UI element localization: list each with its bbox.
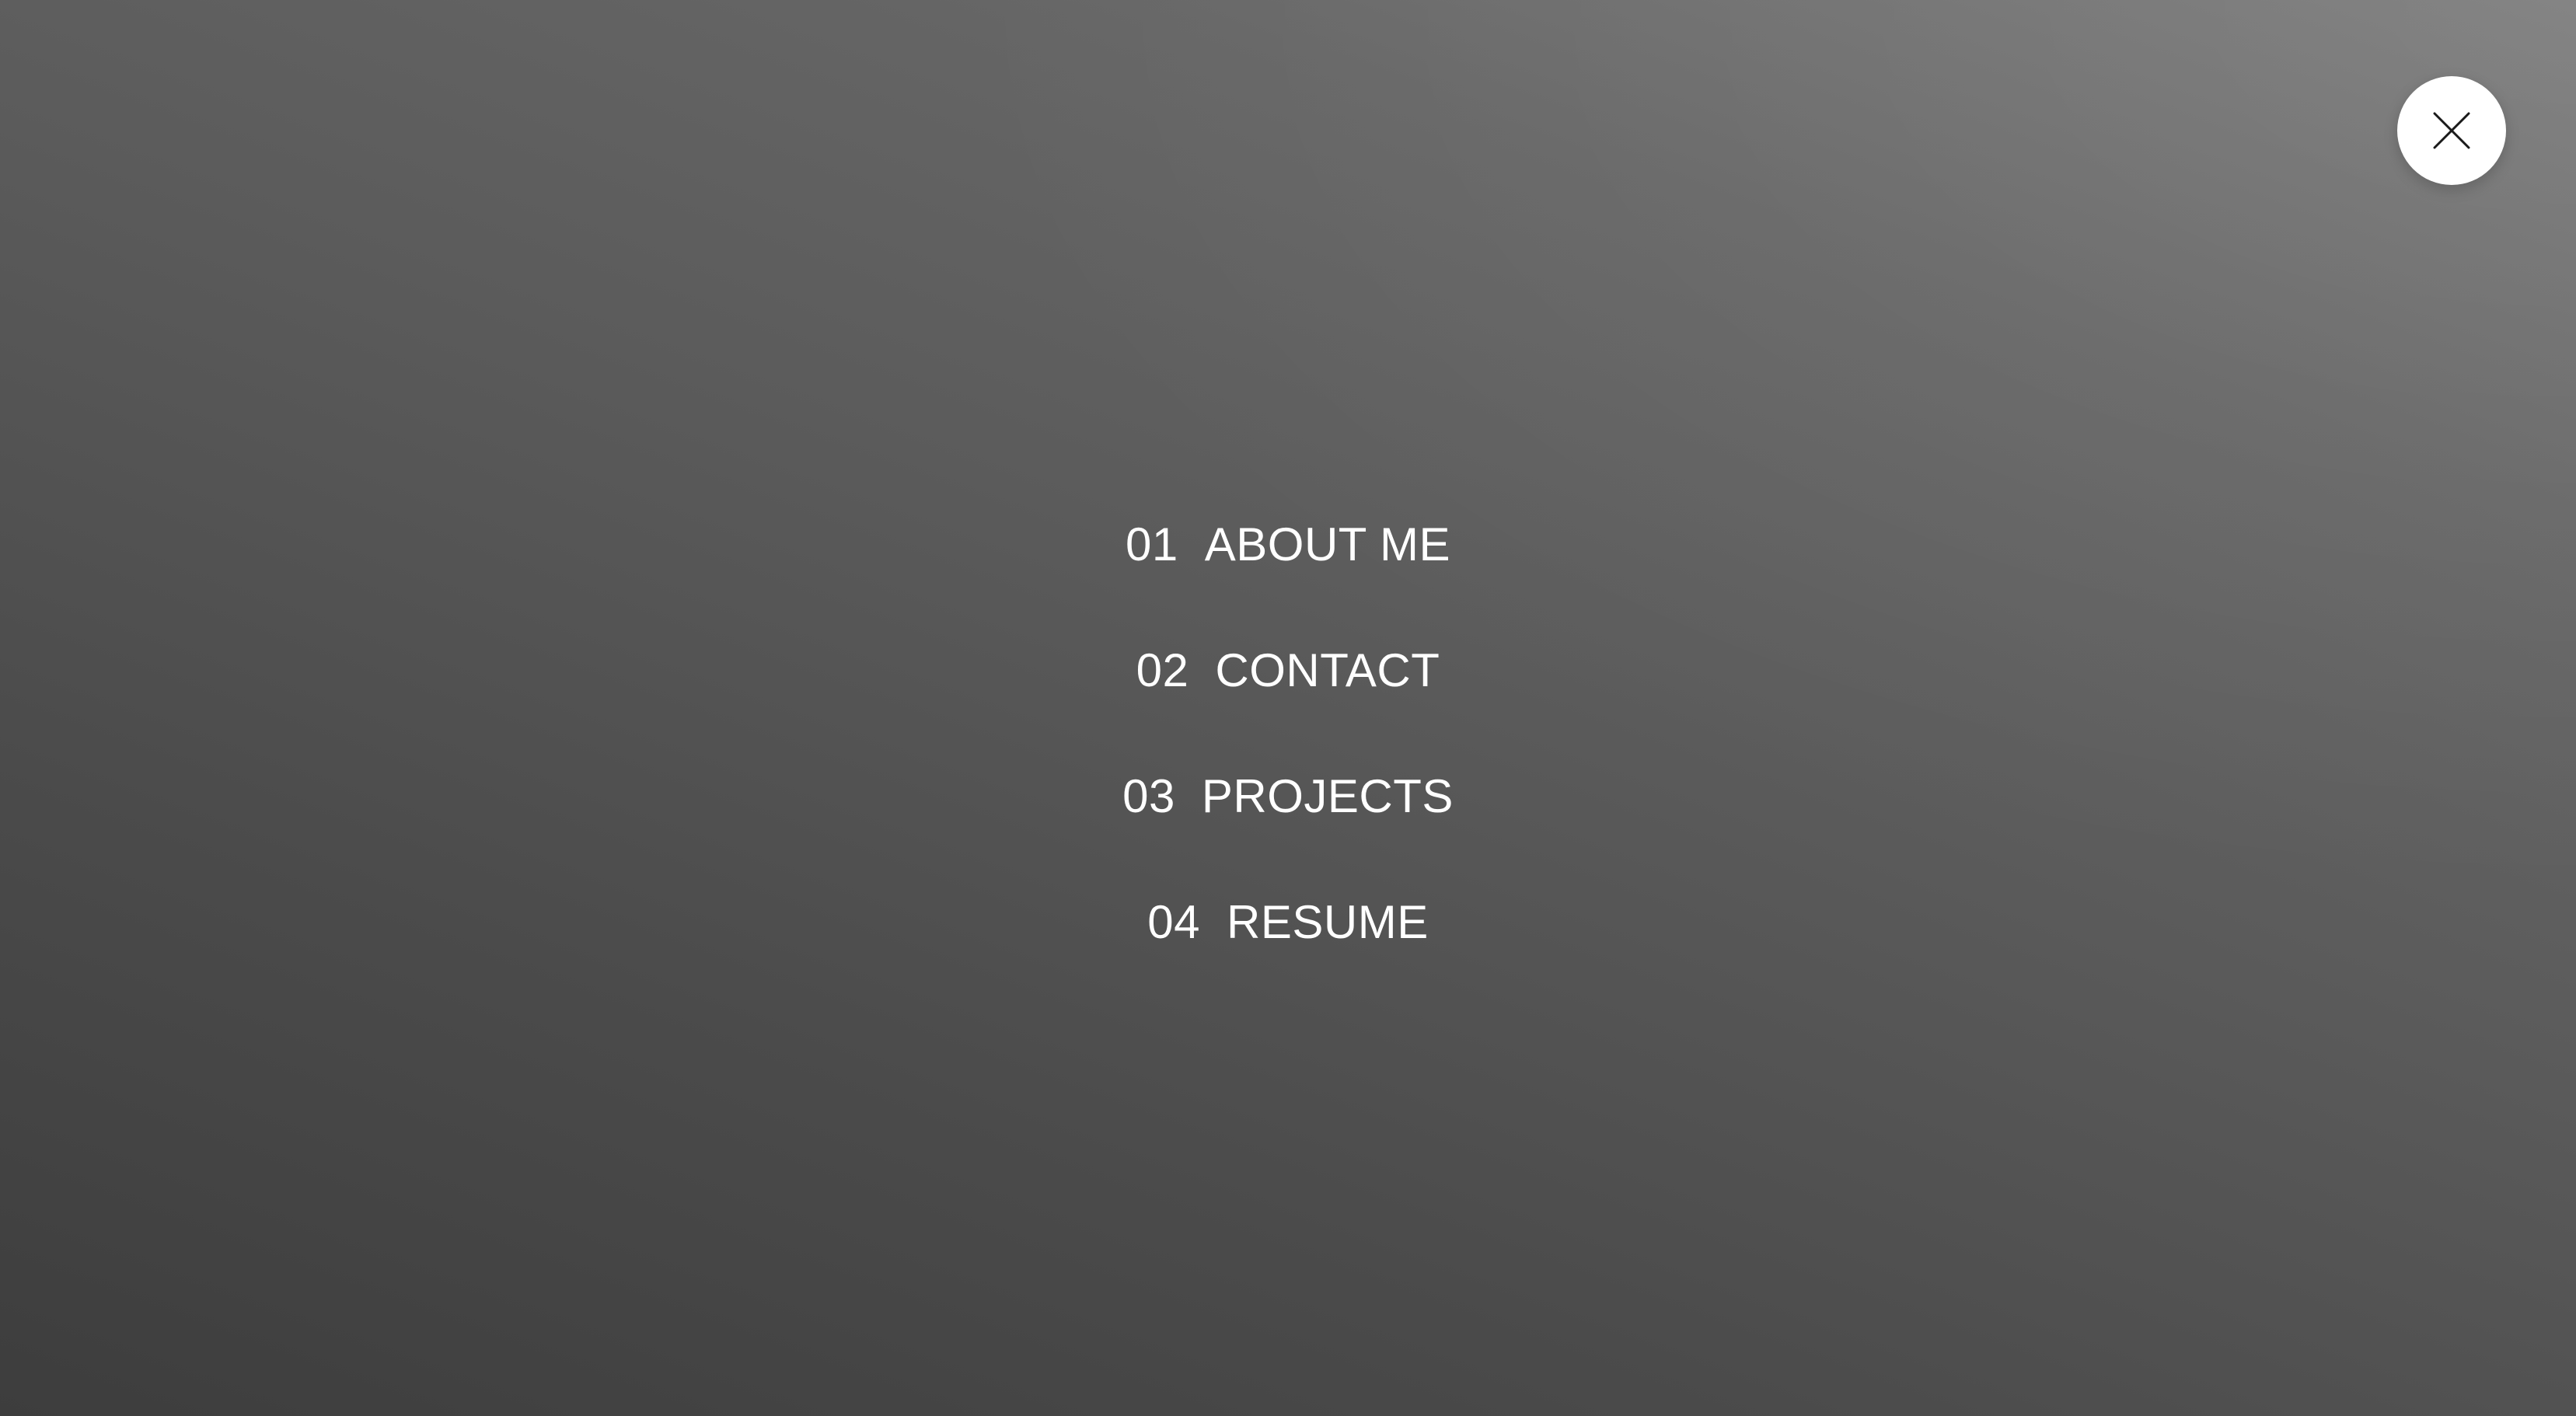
menu-item-label: CONTACT: [1215, 644, 1440, 696]
menu-item-label: ABOUT ME: [1204, 518, 1451, 570]
menu-item-number: 03: [1122, 770, 1175, 822]
menu-item-label: RESUME: [1227, 896, 1429, 948]
close-icon: [2431, 110, 2472, 151]
menu-item-about-me[interactable]: 01 ABOUT ME: [1126, 482, 1450, 608]
main-menu: 01 ABOUT ME 02 CONTACT 03 PROJECTS 04 RE…: [0, 482, 2576, 985]
menu-item-resume[interactable]: 04 RESUME: [1147, 860, 1428, 985]
close-button[interactable]: [2397, 76, 2506, 185]
menu-item-projects[interactable]: 03 PROJECTS: [1122, 734, 1454, 860]
menu-item-label: PROJECTS: [1201, 770, 1454, 822]
menu-item-number: 04: [1147, 896, 1201, 948]
menu-item-number: 01: [1125, 518, 1178, 570]
menu-item-number: 02: [1136, 644, 1189, 696]
menu-item-contact[interactable]: 02 CONTACT: [1136, 608, 1440, 734]
